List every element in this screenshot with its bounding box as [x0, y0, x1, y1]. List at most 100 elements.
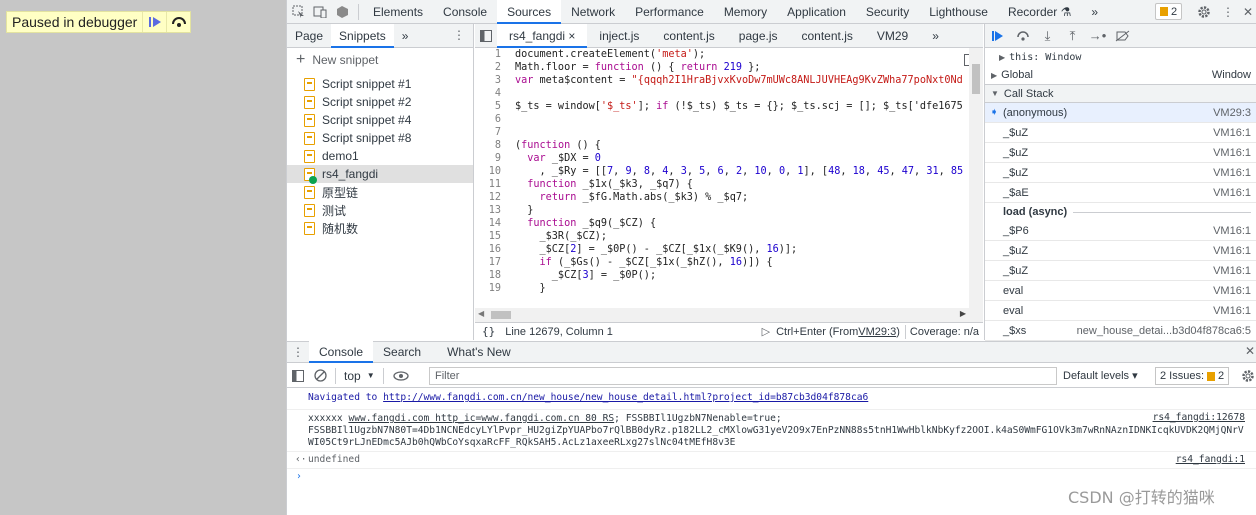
call-frame[interactable]: _$uZ VM16:1 — [985, 261, 1256, 281]
navigator-more-button[interactable]: » — [394, 24, 417, 48]
vertical-scrollbar[interactable] — [969, 48, 983, 322]
drawer-menu-icon[interactable]: ⋮ — [287, 345, 309, 359]
scrollbar-thumb[interactable] — [972, 64, 980, 94]
call-frame[interactable]: _$uZ VM16:1 — [985, 123, 1256, 143]
editor-tab[interactable]: page.js — [727, 24, 790, 48]
log-link[interactable]: www.fangdi.com http_ic=www.fangdi.com.cn… — [348, 413, 614, 424]
expand-arrow-icon[interactable]: ▶ — [999, 53, 1005, 62]
line-number[interactable]: 6 — [475, 113, 515, 126]
inspect-element-icon[interactable] — [287, 0, 309, 24]
line-number[interactable]: 13 — [475, 204, 515, 217]
line-number[interactable]: 14 — [475, 217, 515, 230]
tab-search[interactable]: Search — [373, 341, 431, 363]
new-snippet-button[interactable]: + New snippet — [287, 48, 473, 72]
tab-performance[interactable]: Performance — [625, 0, 714, 24]
step-over-button[interactable] — [1010, 24, 1035, 48]
line-number[interactable]: 8 — [475, 139, 515, 152]
context-selector[interactable]: top ▼ — [340, 369, 379, 383]
editor-tab[interactable]: rs4_fangdi × — [497, 23, 588, 48]
line-number[interactable]: 19 — [475, 282, 515, 295]
snippet-item[interactable]: Script snippet #4 — [287, 111, 473, 129]
tab-elements[interactable]: Elements — [363, 0, 433, 24]
call-frame[interactable]: ➧ (anonymous) VM29:3 — [985, 103, 1256, 123]
resume-button[interactable] — [985, 24, 1010, 48]
tab-recorder[interactable]: Recorder ⚗ — [998, 0, 1081, 24]
line-number[interactable]: 4 — [475, 87, 515, 100]
tab-page[interactable]: Page — [287, 24, 331, 48]
line-number[interactable]: 16 — [475, 243, 515, 256]
tab-security[interactable]: Security — [856, 0, 919, 24]
editor-tab[interactable]: VM29 — [865, 24, 920, 48]
call-stack-header[interactable]: ▼ Call Stack — [985, 84, 1256, 103]
eye-icon[interactable] — [390, 364, 412, 388]
scope-this-row[interactable]: ▶ this: Window — [985, 48, 1256, 66]
navigated-url-link[interactable]: http://www.fangdi.com.cn/new_house/new_h… — [383, 392, 868, 403]
snippet-item[interactable]: 原型链 — [287, 183, 473, 201]
tab-whats-new[interactable]: What's New — [437, 341, 521, 363]
snippet-item[interactable]: demo1 — [287, 147, 473, 165]
close-drawer-icon[interactable]: ✕ — [1245, 344, 1255, 358]
call-frame[interactable]: _$aE VM16:1 — [985, 183, 1256, 203]
scope-global-row[interactable]: ▶ Global Window — [985, 66, 1256, 84]
line-number[interactable]: 9 — [475, 152, 515, 165]
step-out-button[interactable]: ⤒ — [1060, 24, 1085, 48]
gear-icon[interactable] — [1193, 0, 1215, 24]
tab-console-drawer[interactable]: Console — [309, 341, 374, 363]
step-button[interactable]: →• — [1085, 24, 1110, 48]
snippet-item[interactable]: Script snippet #2 — [287, 93, 473, 111]
snippet-item[interactable]: Script snippet #8 — [287, 129, 473, 147]
format-braces-icon[interactable]: {} — [482, 325, 495, 338]
log-levels-dropdown[interactable]: Default levels ▾ — [1063, 369, 1138, 382]
close-icon[interactable]: ✕ — [1237, 0, 1256, 24]
scroll-left-icon[interactable]: ◀ — [478, 309, 484, 318]
collapse-arrow-icon[interactable]: ▼ — [991, 89, 999, 98]
step-into-button[interactable]: ⤓ — [1035, 24, 1060, 48]
call-frame[interactable]: _$uZ VM16:1 — [985, 241, 1256, 261]
editor-tab[interactable]: content.js — [651, 24, 726, 48]
tab-snippets[interactable]: Snippets — [331, 23, 394, 48]
snippet-item-selected[interactable]: rs4_fangdi — [287, 165, 473, 184]
tab-application[interactable]: Application — [777, 0, 856, 24]
line-number[interactable]: 3 — [475, 74, 515, 87]
cube-icon[interactable] — [331, 0, 353, 24]
console-settings-icon[interactable] — [1237, 364, 1256, 388]
tab-sources[interactable]: Sources — [497, 0, 562, 24]
clear-console-icon[interactable] — [309, 364, 331, 388]
console-issues-button[interactable]: 2 Issues: 2 — [1155, 367, 1230, 385]
line-number[interactable]: 15 — [475, 230, 515, 243]
issues-badge[interactable]: 2 — [1155, 3, 1183, 20]
call-frame[interactable]: eval VM16:1 — [985, 301, 1256, 321]
deactivate-breakpoints-button[interactable] — [1110, 24, 1135, 48]
console-sidebar-icon[interactable] — [287, 364, 309, 388]
call-frame[interactable]: eval VM16:1 — [985, 281, 1256, 301]
log-source-link[interactable]: rs4_fangdi:12678 — [1153, 412, 1245, 424]
navigator-menu-icon[interactable]: ⋮ — [453, 28, 465, 42]
from-source-link[interactable]: VM29:3 — [858, 326, 896, 338]
line-number[interactable]: 17 — [475, 256, 515, 269]
code-area[interactable]: 1 document.createElement('meta'); 2 Math.fl… — [475, 48, 969, 322]
step-over-button[interactable] — [166, 12, 190, 32]
horizontal-scrollbar[interactable]: ◀ ▶ — [475, 308, 969, 322]
tab-console[interactable]: Console — [433, 0, 497, 24]
scrollbar-thumb[interactable] — [491, 311, 511, 319]
call-frame[interactable]: _$uZ VM16:1 — [985, 163, 1256, 183]
editor-more-tabs-button[interactable]: » — [920, 24, 951, 48]
snippet-item[interactable]: 随机数 — [287, 219, 473, 237]
console-filter-input[interactable]: Filter — [429, 367, 1057, 385]
result-source-link[interactable]: rs4_fangdi:1 — [1176, 454, 1245, 466]
editor-tab[interactable]: inject.js — [587, 24, 651, 48]
call-frame[interactable]: _$xs new_house_detai...b3d04f878ca6:5 — [985, 321, 1256, 341]
tab-lighthouse[interactable]: Lighthouse — [919, 0, 998, 24]
line-number[interactable]: 7 — [475, 126, 515, 139]
device-toolbar-icon[interactable] — [309, 0, 331, 24]
line-number[interactable]: 1 — [475, 48, 515, 61]
call-frame[interactable]: _$uZ VM16:1 — [985, 143, 1256, 163]
more-tabs-button[interactable]: » — [1081, 0, 1108, 24]
run-snippet-icon[interactable]: ▷ — [762, 325, 770, 338]
editor-tab[interactable]: content.js — [790, 24, 865, 48]
line-number[interactable]: 18 — [475, 269, 515, 282]
tab-network[interactable]: Network — [561, 0, 625, 24]
line-number[interactable]: 12 — [475, 191, 515, 204]
close-tab-icon[interactable]: × — [568, 29, 575, 43]
expand-arrow-icon[interactable]: ▶ — [991, 71, 997, 80]
